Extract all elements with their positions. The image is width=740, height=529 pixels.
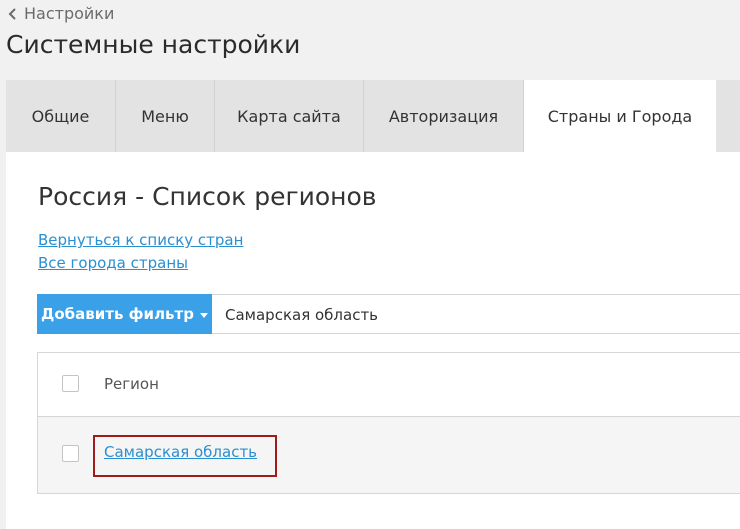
back-to-countries-link[interactable]: Вернуться к списку стран: [38, 231, 243, 249]
chevron-left-icon: [8, 7, 16, 20]
section-title: Россия - Список регионов: [38, 182, 377, 211]
select-all-checkbox[interactable]: [62, 375, 79, 392]
regions-table: Регион Самарская область: [37, 352, 740, 494]
content-panel: Россия - Список регионов Вернуться к спи…: [6, 152, 740, 529]
tab-general[interactable]: Общие: [6, 80, 116, 152]
back-to-settings-link[interactable]: Настройки: [8, 4, 114, 23]
region-link[interactable]: Самарская область: [104, 443, 257, 461]
caret-down-icon: [199, 312, 208, 318]
table-header: Регион: [38, 353, 740, 417]
add-filter-label: Добавить фильтр: [41, 305, 194, 323]
row-checkbox[interactable]: [62, 445, 79, 462]
all-cities-link[interactable]: Все города страны: [38, 254, 188, 272]
page-title: Системные настройки: [6, 30, 301, 59]
tab-menu[interactable]: Меню: [116, 80, 215, 152]
active-filter-value[interactable]: Самарская область: [225, 306, 378, 324]
tab-sitemap[interactable]: Карта сайта: [215, 80, 364, 152]
add-filter-button[interactable]: Добавить фильтр: [37, 294, 212, 334]
filter-bar: Добавить фильтр Самарская область: [37, 294, 740, 334]
table-row: Самарская область: [38, 417, 740, 493]
column-header-region: Регион: [104, 375, 159, 393]
settings-tabs: Общие Меню Карта сайта Авторизация Стран…: [6, 80, 740, 152]
tab-countries-cities[interactable]: Страны и Города: [524, 80, 716, 152]
tab-authorization[interactable]: Авторизация: [364, 80, 524, 152]
back-link-label: Настройки: [24, 4, 115, 23]
